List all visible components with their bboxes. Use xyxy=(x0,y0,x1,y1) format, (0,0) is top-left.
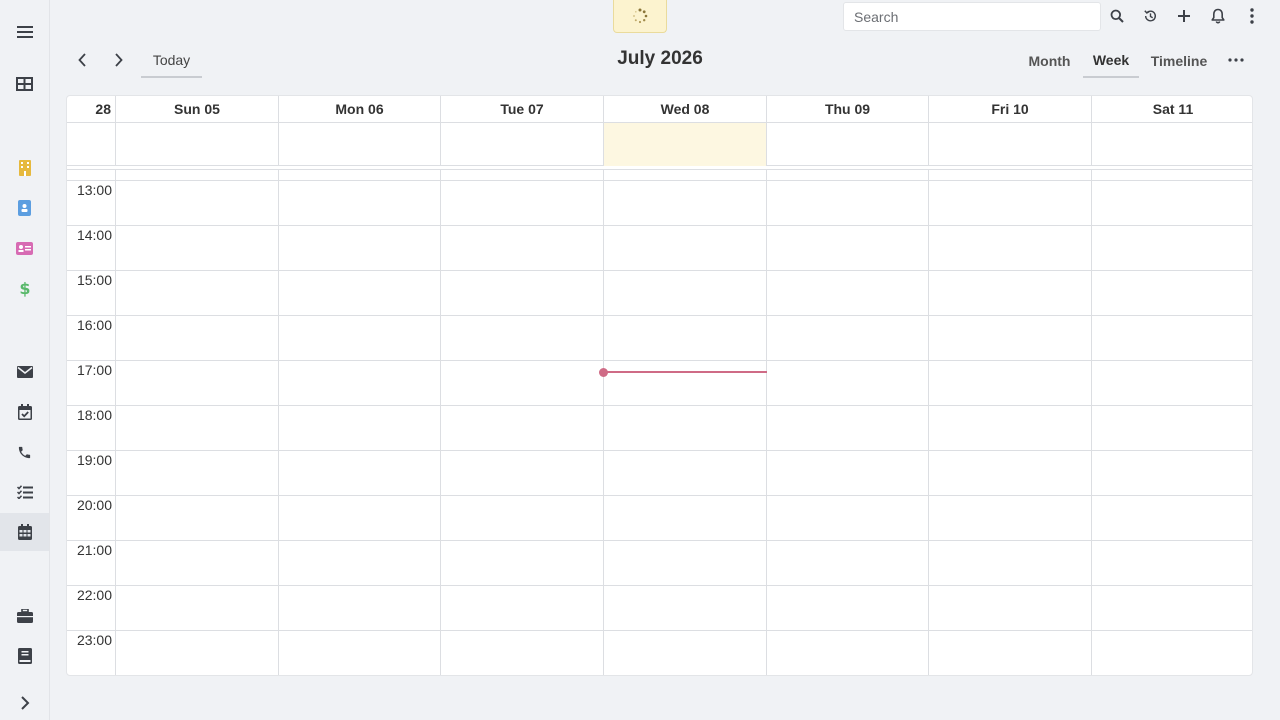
view-week-button[interactable]: Week xyxy=(1083,44,1139,78)
expand-icon xyxy=(20,696,29,710)
chevron-right-icon xyxy=(114,53,123,67)
week-calendar: 28 Sun 05 Mon 06 Tue 07 Wed 08 Thu 09 Fr… xyxy=(66,95,1253,676)
day-column-wed[interactable] xyxy=(604,181,767,675)
calendar-icon xyxy=(17,524,32,540)
opportunities-icon: $ xyxy=(19,279,30,297)
contacts-icon xyxy=(18,200,31,216)
sidebar-item-leads[interactable] xyxy=(0,229,49,267)
calendar-header-row: 28 Sun 05 Mon 06 Tue 07 Wed 08 Thu 09 Fr… xyxy=(67,96,1252,123)
view-timeline-button[interactable]: Timeline xyxy=(1145,44,1213,78)
menu-icon xyxy=(16,26,33,38)
view-month-button[interactable]: Month xyxy=(1021,44,1078,78)
sidebar-item-contacts[interactable] xyxy=(0,189,49,227)
spinner-icon xyxy=(633,8,648,24)
notifications-button[interactable] xyxy=(1205,4,1231,28)
meetings-icon xyxy=(17,404,32,420)
sidebar: $ xyxy=(0,0,50,720)
search-button[interactable] xyxy=(1104,4,1130,28)
bell-icon xyxy=(1211,8,1225,24)
accounts-icon xyxy=(18,160,31,176)
history-icon xyxy=(1143,10,1156,22)
cases-icon xyxy=(16,609,33,623)
day-header-sat[interactable]: Sat 11 xyxy=(1092,96,1252,123)
all-day-row xyxy=(67,123,1252,166)
ellipsis-icon xyxy=(1228,58,1244,62)
sidebar-expand-toggle[interactable] xyxy=(0,684,49,720)
day-column-mon[interactable] xyxy=(279,181,441,675)
sidebar-item-dashboard[interactable] xyxy=(0,65,49,103)
calendar-title: July 2026 xyxy=(617,48,703,69)
day-header-wed[interactable]: Wed 08 xyxy=(604,96,767,123)
kebab-menu-icon xyxy=(1250,8,1254,24)
more-options-button[interactable] xyxy=(1222,48,1250,72)
current-time-line xyxy=(604,371,767,373)
tasks-icon xyxy=(16,485,33,499)
sidebar-item-knowledge-base[interactable] xyxy=(0,637,49,675)
separator-col xyxy=(929,169,1092,181)
separator-col xyxy=(604,169,767,181)
search-input[interactable] xyxy=(843,2,1101,31)
current-time-marker xyxy=(599,367,608,377)
day-header-sun[interactable]: Sun 05 xyxy=(116,96,279,123)
history-button[interactable] xyxy=(1137,4,1163,28)
time-grid[interactable]: 13:00 14:00 15:00 16:00 17:00 18:00 19:0… xyxy=(67,181,1252,675)
today-button[interactable]: Today xyxy=(141,44,202,78)
sidebar-item-tasks[interactable] xyxy=(0,473,49,511)
loading-indicator xyxy=(613,0,667,33)
sidebar-item-calendar[interactable] xyxy=(0,513,49,551)
sidebar-item-accounts[interactable] xyxy=(0,149,49,187)
separator-col xyxy=(279,169,441,181)
calls-icon xyxy=(18,446,31,458)
plus-icon xyxy=(1178,10,1190,22)
all-day-cell-tue[interactable] xyxy=(441,123,604,166)
sidebar-item-meetings[interactable] xyxy=(0,393,49,431)
all-day-cell-sat[interactable] xyxy=(1092,123,1252,166)
day-header-mon[interactable]: Mon 06 xyxy=(279,96,441,123)
prev-button[interactable] xyxy=(70,48,94,72)
separator-col xyxy=(116,169,279,181)
all-day-cell-fri[interactable] xyxy=(929,123,1092,166)
sidebar-item-email[interactable] xyxy=(0,353,49,391)
day-column-fri[interactable] xyxy=(929,181,1092,675)
day-column-tue[interactable] xyxy=(441,181,604,675)
sidebar-item-menu[interactable] xyxy=(0,13,49,51)
sidebar-item-cases[interactable] xyxy=(0,597,49,635)
separator-col xyxy=(767,169,929,181)
next-button[interactable] xyxy=(106,48,130,72)
leads-icon xyxy=(16,241,33,255)
svg-text:$: $ xyxy=(19,279,30,297)
separator-col xyxy=(67,169,116,181)
all-day-cell-sun[interactable] xyxy=(116,123,279,166)
separator-col xyxy=(441,169,604,181)
all-day-gutter xyxy=(67,123,116,166)
all-day-cell-thu[interactable] xyxy=(767,123,929,166)
day-header-fri[interactable]: Fri 10 xyxy=(929,96,1092,123)
all-day-cell-wed-today[interactable] xyxy=(604,123,767,166)
menu-more-button[interactable] xyxy=(1239,4,1265,28)
create-button[interactable] xyxy=(1171,4,1197,28)
day-header-tue[interactable]: Tue 07 xyxy=(441,96,604,123)
sidebar-item-opportunities[interactable]: $ xyxy=(0,269,49,307)
time-gutter xyxy=(67,181,116,675)
day-column-thu[interactable] xyxy=(767,181,929,675)
search-icon xyxy=(1110,9,1124,23)
week-number: 28 xyxy=(67,96,116,123)
all-day-cell-mon[interactable] xyxy=(279,123,441,166)
day-column-sun[interactable] xyxy=(116,181,279,675)
chevron-left-icon xyxy=(77,53,86,67)
email-icon xyxy=(16,366,33,378)
all-day-separator xyxy=(67,166,1252,181)
sidebar-item-calls[interactable] xyxy=(0,433,49,471)
knowledge-base-icon xyxy=(17,648,32,664)
dashboard-icon xyxy=(16,77,33,91)
day-header-thu[interactable]: Thu 09 xyxy=(767,96,929,123)
